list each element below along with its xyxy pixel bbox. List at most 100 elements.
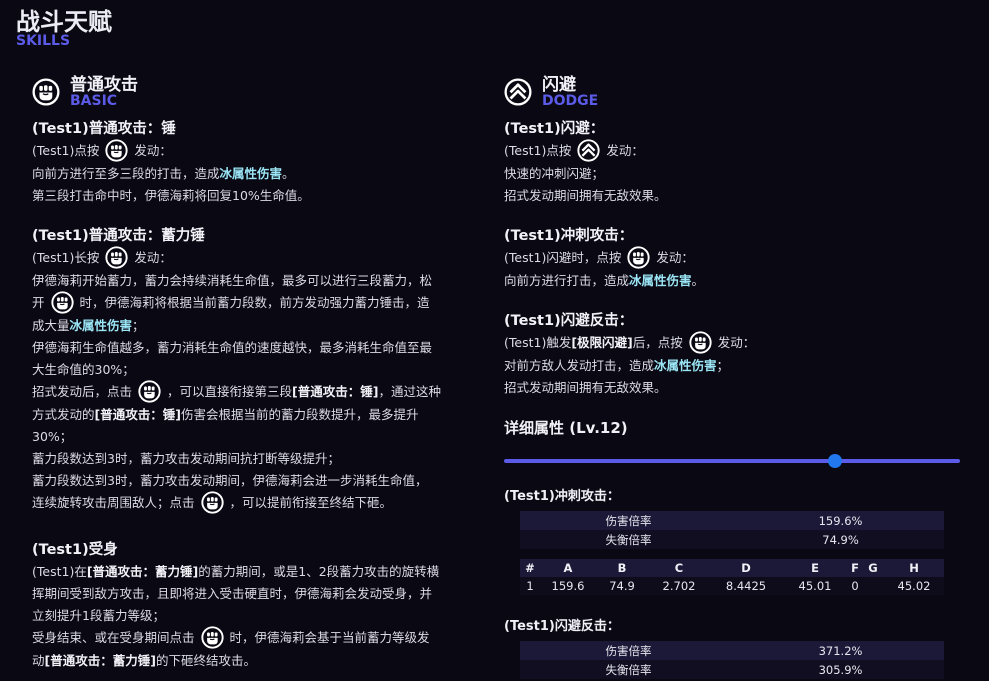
dash-attack-attr-title: (Test1)冲刺攻击： xyxy=(504,489,620,504)
skill-line: 挥期间受到敌方攻击，且即将进入受击硬直时，伊德海莉会发动受身，并 xyxy=(32,586,433,601)
attributes-title: 详细属性 (Lv.12) xyxy=(504,419,628,437)
skill-line: (Test1)在[普通攻击：蓄力锤]的蓄力期间，或是1、2段蓄力攻击的旋转横 xyxy=(32,564,440,579)
fist-icon xyxy=(105,246,128,269)
table-cell: 45.02 xyxy=(884,577,944,595)
ice-damage-label: 冰属性伤害 xyxy=(69,318,133,333)
dodge-section: 闪避 DODGE (Test1)闪避： (Test1)点按 发动： 快速的冲刺闪避… xyxy=(504,74,964,679)
skill-line: 大生命值的30%； xyxy=(32,362,135,377)
table-cell: 0 xyxy=(848,577,862,595)
skill-title: (Test1)闪避反击： xyxy=(504,313,634,329)
dodge-counter-attr-title: (Test1)闪避反击： xyxy=(504,619,620,634)
skill-line: 对前方敌人发动打击，造成冰属性伤害； xyxy=(504,358,730,373)
table-cell: 失衡倍率 xyxy=(520,530,738,549)
skill-line: (Test1)长按 发动： xyxy=(32,247,488,270)
skill-line: 招式发动期间拥有无敌效果。 xyxy=(504,188,667,203)
skill-line: 快速的冲刺闪避； xyxy=(504,166,605,181)
basic-attack-section: 普通攻击 BASIC (Test1)普通攻击：锤 (Test1)点按 发动： 向前… xyxy=(32,74,488,681)
skill-title: (Test1)受身 xyxy=(32,542,118,558)
skill-block-dash-attack: (Test1)冲刺攻击： (Test1)闪避时，点按 发动： 向前方进行打击，造成… xyxy=(504,225,964,292)
skill-block-dodge-counter: (Test1)闪避反击： (Test1)触发[极限闪避]后，点按 发动： 对前方敌… xyxy=(504,310,964,399)
dodge-section-header: 闪避 DODGE xyxy=(504,74,964,110)
dodge-section-title: 闪避 xyxy=(542,75,576,95)
page-header: 战斗天赋 SKILLS xyxy=(16,8,112,48)
column-header: E xyxy=(782,559,848,577)
fist-icon xyxy=(32,78,60,106)
table-row: 1 159.6 74.9 2.702 8.4425 45.01 0 45.02 xyxy=(520,577,944,595)
skill-line: 伊德海莉开始蓄力，蓄力会持续消耗生命值，最多可以进行三段蓄力，松 xyxy=(32,273,433,288)
table-row: 失衡倍率 305.9% xyxy=(520,660,944,679)
table-cell: 159.6% xyxy=(737,511,944,530)
dash-attack-multiplier-table: 伤害倍率 159.6% 失衡倍率 74.9% xyxy=(520,511,944,549)
table-cell: 8.4425 xyxy=(710,577,782,595)
basic-section-header: 普通攻击 BASIC xyxy=(32,74,488,110)
table-row: 伤害倍率 371.2% xyxy=(520,641,944,660)
table-cell: 305.9% xyxy=(737,660,944,679)
column-header: C xyxy=(648,559,710,577)
ice-damage-label: 冰属性伤害 xyxy=(219,166,283,181)
skill-line: 向前方进行至多三段的打击，造成冰属性伤害。 xyxy=(32,166,295,181)
fist-icon xyxy=(689,331,712,354)
fist-icon xyxy=(627,246,650,269)
table-cell: 1 xyxy=(520,577,540,595)
chevrons-up-icon xyxy=(504,78,532,106)
skill-line: 动[普通攻击：蓄力锤]的下砸终结攻击。 xyxy=(32,653,256,668)
table-cell: 伤害倍率 xyxy=(520,511,738,530)
slider-track[interactable] xyxy=(504,459,960,463)
skill-block-charged-hammer: (Test1)普通攻击：蓄力锤 (Test1)长按 发动： 伊德海莉开始蓄力，蓄力… xyxy=(32,225,488,515)
skill-line: (Test1)闪避时，点按 发动： xyxy=(504,247,964,270)
table-row: 失衡倍率 74.9% xyxy=(520,530,944,549)
column-header: H xyxy=(884,559,944,577)
skill-line: 连续旋转攻击周围敌人；点击 ，可以提前衔接至终结下砸。 xyxy=(32,492,488,515)
ice-damage-label: 冰属性伤害 xyxy=(629,273,692,288)
table-cell: 失衡倍率 xyxy=(520,660,738,679)
level-slider[interactable] xyxy=(504,453,960,469)
skill-title: (Test1)普通攻击：锤 xyxy=(32,121,176,137)
table-cell: 159.6 xyxy=(540,577,596,595)
skill-title: (Test1)冲刺攻击： xyxy=(504,228,634,244)
skill-line: 立刻提升1段蓄力等级； xyxy=(32,608,165,623)
table-cell: 74.9 xyxy=(596,577,648,595)
ice-damage-label: 冰属性伤害 xyxy=(654,358,717,373)
page-subtitle: SKILLS xyxy=(16,33,71,49)
fist-icon xyxy=(201,626,224,649)
table-cell xyxy=(862,577,884,595)
skill-line: 开时，伊德海莉将根据当前蓄力段数，前方发动强力蓄力锤击，造 xyxy=(32,292,488,315)
slider-handle[interactable] xyxy=(827,454,842,468)
column-header: A xyxy=(540,559,596,577)
skill-line: 蓄力段数达到3时，蓄力攻击发动期间抗打断等级提升； xyxy=(32,451,340,466)
table-cell: 371.2% xyxy=(737,641,944,660)
page-title: 战斗天赋 xyxy=(16,8,112,36)
skill-line: 成大量冰属性伤害； xyxy=(32,318,145,333)
column-header: D xyxy=(710,559,782,577)
dodge-counter-multiplier-table: 伤害倍率 371.2% 失衡倍率 305.9% xyxy=(520,641,944,679)
skill-line: 招式发动期间拥有无敌效果。 xyxy=(504,380,667,395)
dodge-section-subtitle: DODGE xyxy=(542,93,599,109)
skill-line: (Test1)触发[极限闪避]后，点按 发动： xyxy=(504,332,964,355)
skill-title: (Test1)闪避： xyxy=(504,121,605,137)
basic-section-subtitle: BASIC xyxy=(70,93,118,109)
fist-icon xyxy=(201,491,224,514)
skill-line: 蓄力段数达到3时，蓄力攻击发动期间，伊德海莉会进一步消耗生命值， xyxy=(32,473,428,488)
fist-icon xyxy=(105,139,128,162)
chevrons-up-icon xyxy=(577,139,600,162)
column-header: F xyxy=(848,559,862,577)
skill-line: 向前方进行打击，造成冰属性伤害。 xyxy=(504,273,705,288)
table-row: 伤害倍率 159.6% xyxy=(520,511,944,530)
table-header-row: # A B C D E F G H xyxy=(520,559,944,577)
table-cell: 45.01 xyxy=(782,577,848,595)
fist-icon xyxy=(51,291,74,314)
dash-attack-level-table: # A B C D E F G H 1 159.6 74.9 2.702 8.4… xyxy=(520,559,944,595)
skill-line: 方式发动的[普通攻击：锤]伤害会根据当前的蓄力段数提升，最多提升 xyxy=(32,407,419,422)
table-cell: 2.702 xyxy=(648,577,710,595)
skill-line: 招式发动后，点击 ，可以直接衔接第三段[普通攻击：锤]，通过这种 xyxy=(32,381,488,404)
skill-line: 受身结束、或在受身期间点击 时，伊德海莉会基于当前蓄力等级发 xyxy=(32,627,488,650)
fist-icon xyxy=(138,380,161,403)
column-header: # xyxy=(520,559,540,577)
skill-line: 30%； xyxy=(32,429,73,444)
table-cell: 伤害倍率 xyxy=(520,641,738,660)
skill-block-dodge: (Test1)闪避： (Test1)点按 发动： 快速的冲刺闪避； 招式发动期间拥… xyxy=(504,118,964,207)
column-header: G xyxy=(862,559,884,577)
table-cell: 74.9% xyxy=(737,530,944,549)
skill-line: (Test1)点按 发动： xyxy=(32,140,488,163)
skill-block-ukemi: (Test1)受身 (Test1)在[普通攻击：蓄力锤]的蓄力期间，或是1、2段… xyxy=(32,539,488,672)
